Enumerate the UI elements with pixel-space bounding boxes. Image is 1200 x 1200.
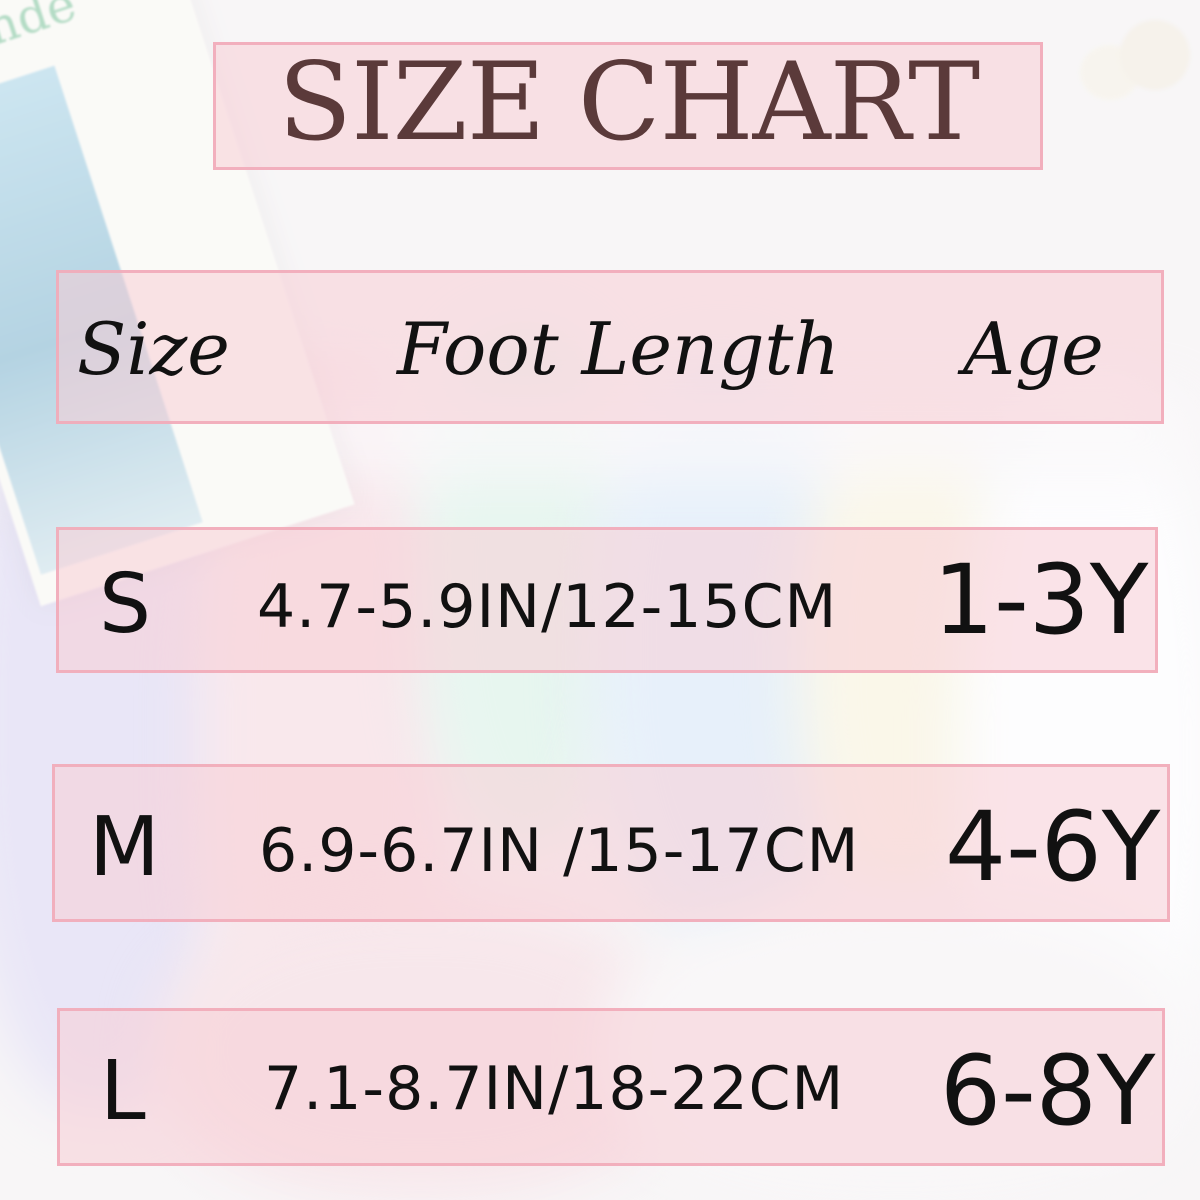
table-header: Size Foot Length Age [56,270,1164,424]
size-cell: L [100,1044,146,1139]
header-age: Age [963,307,1104,391]
table-row: S 4.7-5.9IN/12-15CM 1-3Y [56,527,1158,673]
table-row: L 7.1-8.7IN/18-22CM 6-8Y [57,1008,1165,1166]
foot-length-cell: 4.7-5.9IN/12-15CM [257,572,838,642]
header-foot-length: Foot Length [397,307,840,391]
size-cell: S [99,557,152,652]
age-cell: 1-3Y [933,544,1149,656]
page-title: SIZE CHART [278,40,980,165]
title-banner: SIZE CHART [213,42,1043,170]
header-size: Size [77,307,230,391]
age-cell: 4-6Y [945,791,1161,903]
size-cell: M [89,800,160,895]
table-row: M 6.9-6.7IN /15-17CM 4-6Y [52,764,1170,922]
foot-length-cell: 6.9-6.7IN /15-17CM [259,816,860,886]
foot-length-cell: 7.1-8.7IN/18-22CM [264,1054,845,1124]
age-cell: 6-8Y [940,1035,1156,1147]
